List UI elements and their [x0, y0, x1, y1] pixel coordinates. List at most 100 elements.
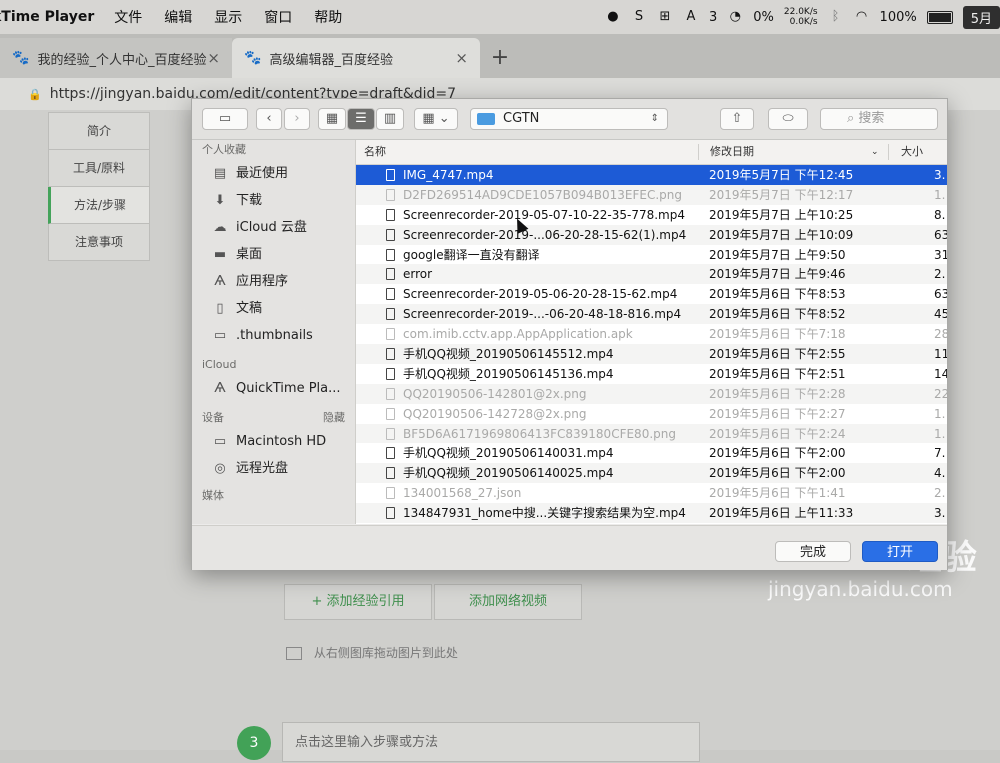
menu-file[interactable]: 文件 [114, 7, 142, 27]
folder-path-select[interactable]: CGTN ⇕ [470, 108, 668, 130]
menu-window[interactable]: 窗口 [264, 7, 292, 27]
status-area: ● S ⊞ A 3 ◔ 0% 22.0K/s 0.0K/s ᛒ ◠ 100% 5… [605, 0, 1000, 34]
open-button[interactable]: 打开 [862, 541, 938, 562]
file-row[interactable]: 手机QQ视频_20190506145512.mp4 2019年5月6日 下午2:5… [356, 344, 947, 364]
sidebar-item-recent[interactable]: ▤ 最近使用 [192, 160, 355, 187]
sidebar-item-downloads[interactable]: ⬇ 下载 [192, 187, 355, 214]
nav-notes[interactable]: 注意事项 [48, 224, 150, 261]
status-number[interactable]: 3 [709, 10, 717, 25]
tab-my-experience[interactable]: 🐾 我的经验_个人中心_百度经验 × [0, 38, 232, 78]
file-size: 1. [934, 426, 946, 441]
menu-help[interactable]: 帮助 [314, 7, 342, 27]
lock-icon: 🔒 [28, 87, 42, 101]
sidebar-item-documents[interactable]: ▯ 文稿 [192, 295, 355, 322]
add-reference-button[interactable]: + 添加经验引用 [284, 584, 432, 620]
file-row[interactable]: Screenrecorder-2019-05-06-20-28-15-62.mp… [356, 284, 947, 304]
file-icon [386, 467, 395, 480]
forward-button[interactable]: › [284, 108, 310, 130]
file-row[interactable]: 手机QQ视频_20190506145136.mp4 2019年5月6日 下午2:5… [356, 364, 947, 384]
done-button[interactable]: 完成 [775, 541, 851, 562]
file-row[interactable]: Screenrecorder-2019-05-07-10-22-35-778.m… [356, 205, 947, 225]
folder-icon [477, 113, 495, 125]
documents-icon: ▯ [216, 301, 224, 316]
sidebar-toggle-button[interactable]: ▭ [202, 108, 248, 130]
battery-icon[interactable] [926, 10, 953, 24]
tab-advanced-editor[interactable]: 🐾 高级编辑器_百度经验 × [232, 38, 480, 78]
step-input[interactable]: 点击这里输入步骤或方法 [282, 722, 700, 762]
nav-intro[interactable]: 简介 [48, 112, 150, 150]
cpu-icon: ◔ [729, 9, 741, 24]
menu-edit[interactable]: 编辑 [164, 7, 192, 27]
file-icon [386, 228, 395, 241]
file-row[interactable]: google翻译一直没有翻译 2019年5月7日 上午9:50 31. [356, 245, 947, 265]
clock[interactable]: 5月 [962, 5, 1000, 29]
file-row[interactable]: 134847931_home中搜...关键字搜索结果为空.mp4 2019年5月6… [356, 503, 947, 524]
file-row[interactable]: 手机QQ视频_20190506140025.mp4 2019年5月6日 下午2:0… [356, 463, 947, 484]
file-icon [386, 407, 395, 420]
grid-icon[interactable]: ⊞ [657, 9, 673, 25]
file-size: 1. [934, 187, 946, 202]
tab-title: 我的经验_个人中心_百度经验 [37, 52, 207, 68]
quicktime-icon: Ѧ [214, 381, 226, 396]
battery-percent[interactable]: 100% [880, 10, 917, 25]
column-view-button[interactable]: ▥ [376, 108, 404, 130]
sidebar-item-quicktime[interactable]: Ѧ QuickTime Pla... [192, 375, 355, 402]
file-date: 2019年5月6日 下午8:52 [709, 307, 846, 322]
hide-devices-button[interactable]: 隐藏 [323, 408, 345, 428]
sidebar-item-macintosh-hd[interactable]: ▭ Macintosh HD [192, 428, 355, 455]
nav-tools[interactable]: 工具/原料 [48, 150, 150, 187]
back-button[interactable]: ‹ [256, 108, 282, 130]
file-row[interactable]: IMG_4747.mp4 2019年5月7日 下午12:45 3. [356, 165, 947, 185]
tab-bar: 🐾 我的经验_个人中心_百度经验 × 🐾 高级编辑器_百度经验 × + [0, 34, 1000, 78]
file-size: 45. [934, 307, 947, 322]
file-size: 7. [934, 446, 946, 461]
column-name[interactable]: 名称 [364, 140, 386, 164]
search-input[interactable]: ⌕ 搜索 [820, 108, 938, 130]
add-video-button[interactable]: 添加网络视频 [434, 584, 582, 620]
file-icon [386, 507, 395, 520]
dialog-footer: 完成 打开 [192, 525, 947, 570]
file-row[interactable]: Screenrecorder-2019-...06-20-28-15-62(1)… [356, 224, 947, 245]
menu-view[interactable]: 显示 [214, 7, 242, 27]
sidebar-item-icloud-drive[interactable]: ☁ iCloud 云盘 [192, 214, 355, 241]
media-header: 媒体 [202, 489, 224, 502]
group-menu-button[interactable]: ▦ ⌄ [414, 108, 458, 130]
file-icon [386, 487, 395, 500]
file-row[interactable]: Screenrecorder-2019-...-06-20-48-18-816.… [356, 304, 947, 325]
wifi-icon[interactable]: ◠ [854, 9, 870, 25]
column-size[interactable]: 大小 [901, 140, 923, 164]
file-date: 2019年5月6日 下午2:51 [709, 366, 846, 381]
qq-icon[interactable]: ● [605, 9, 621, 25]
bluetooth-icon[interactable]: ᛒ [828, 9, 844, 25]
sidebar-item-desktop[interactable]: ▬ 桌面 [192, 241, 355, 268]
file-icon [386, 208, 395, 221]
nav-steps[interactable]: 方法/步骤 [48, 187, 150, 224]
share-button[interactable]: ⇧ [720, 108, 754, 130]
sidebar-item-thumbnails[interactable]: ▭ .thumbnails [192, 322, 355, 349]
file-list-header: 名称 修改日期 ⌄ 大小 [356, 140, 947, 165]
file-name: Screenrecorder-2019-05-06-20-28-15-62.mp… [403, 287, 678, 302]
file-row[interactable]: 手机QQ视频_20190506140031.mp4 2019年5月6日 下午2:0… [356, 443, 947, 463]
close-icon[interactable]: × [207, 49, 220, 67]
file-rows: IMG_4747.mp4 2019年5月7日 下午12:45 3. D2FD26951… [356, 165, 947, 524]
net-speed[interactable]: 22.0K/s 0.0K/s [784, 7, 818, 27]
list-view-button[interactable]: ☰ [347, 108, 375, 130]
tag-button[interactable]: ⬭ [768, 108, 808, 130]
sidebar-item-remote-disc[interactable]: ◎ 远程光盘 [192, 455, 355, 482]
file-row[interactable]: error 2019年5月7日 上午9:46 2. [356, 264, 947, 285]
file-size: 63. [934, 287, 947, 302]
adobe-icon[interactable]: A [683, 9, 699, 25]
file-size: 1. [934, 406, 946, 421]
icon-view-button[interactable]: ▦ [318, 108, 346, 130]
s-icon[interactable]: S [631, 9, 647, 25]
updown-chevron-icon: ⇕ [650, 113, 659, 124]
new-tab-button[interactable]: + [480, 38, 520, 78]
close-icon[interactable]: × [455, 49, 468, 67]
sidebar-item-applications[interactable]: Ѧ 应用程序 [192, 268, 355, 295]
desktop-icon: ▬ [213, 247, 227, 262]
app-menu[interactable]: kTime Player [0, 9, 94, 25]
cpu-usage[interactable]: 0% [753, 10, 774, 25]
sidebar-item-label: 下载 [236, 193, 263, 208]
file-date: 2019年5月6日 下午2:00 [709, 466, 846, 481]
column-date[interactable]: 修改日期 [710, 140, 754, 164]
